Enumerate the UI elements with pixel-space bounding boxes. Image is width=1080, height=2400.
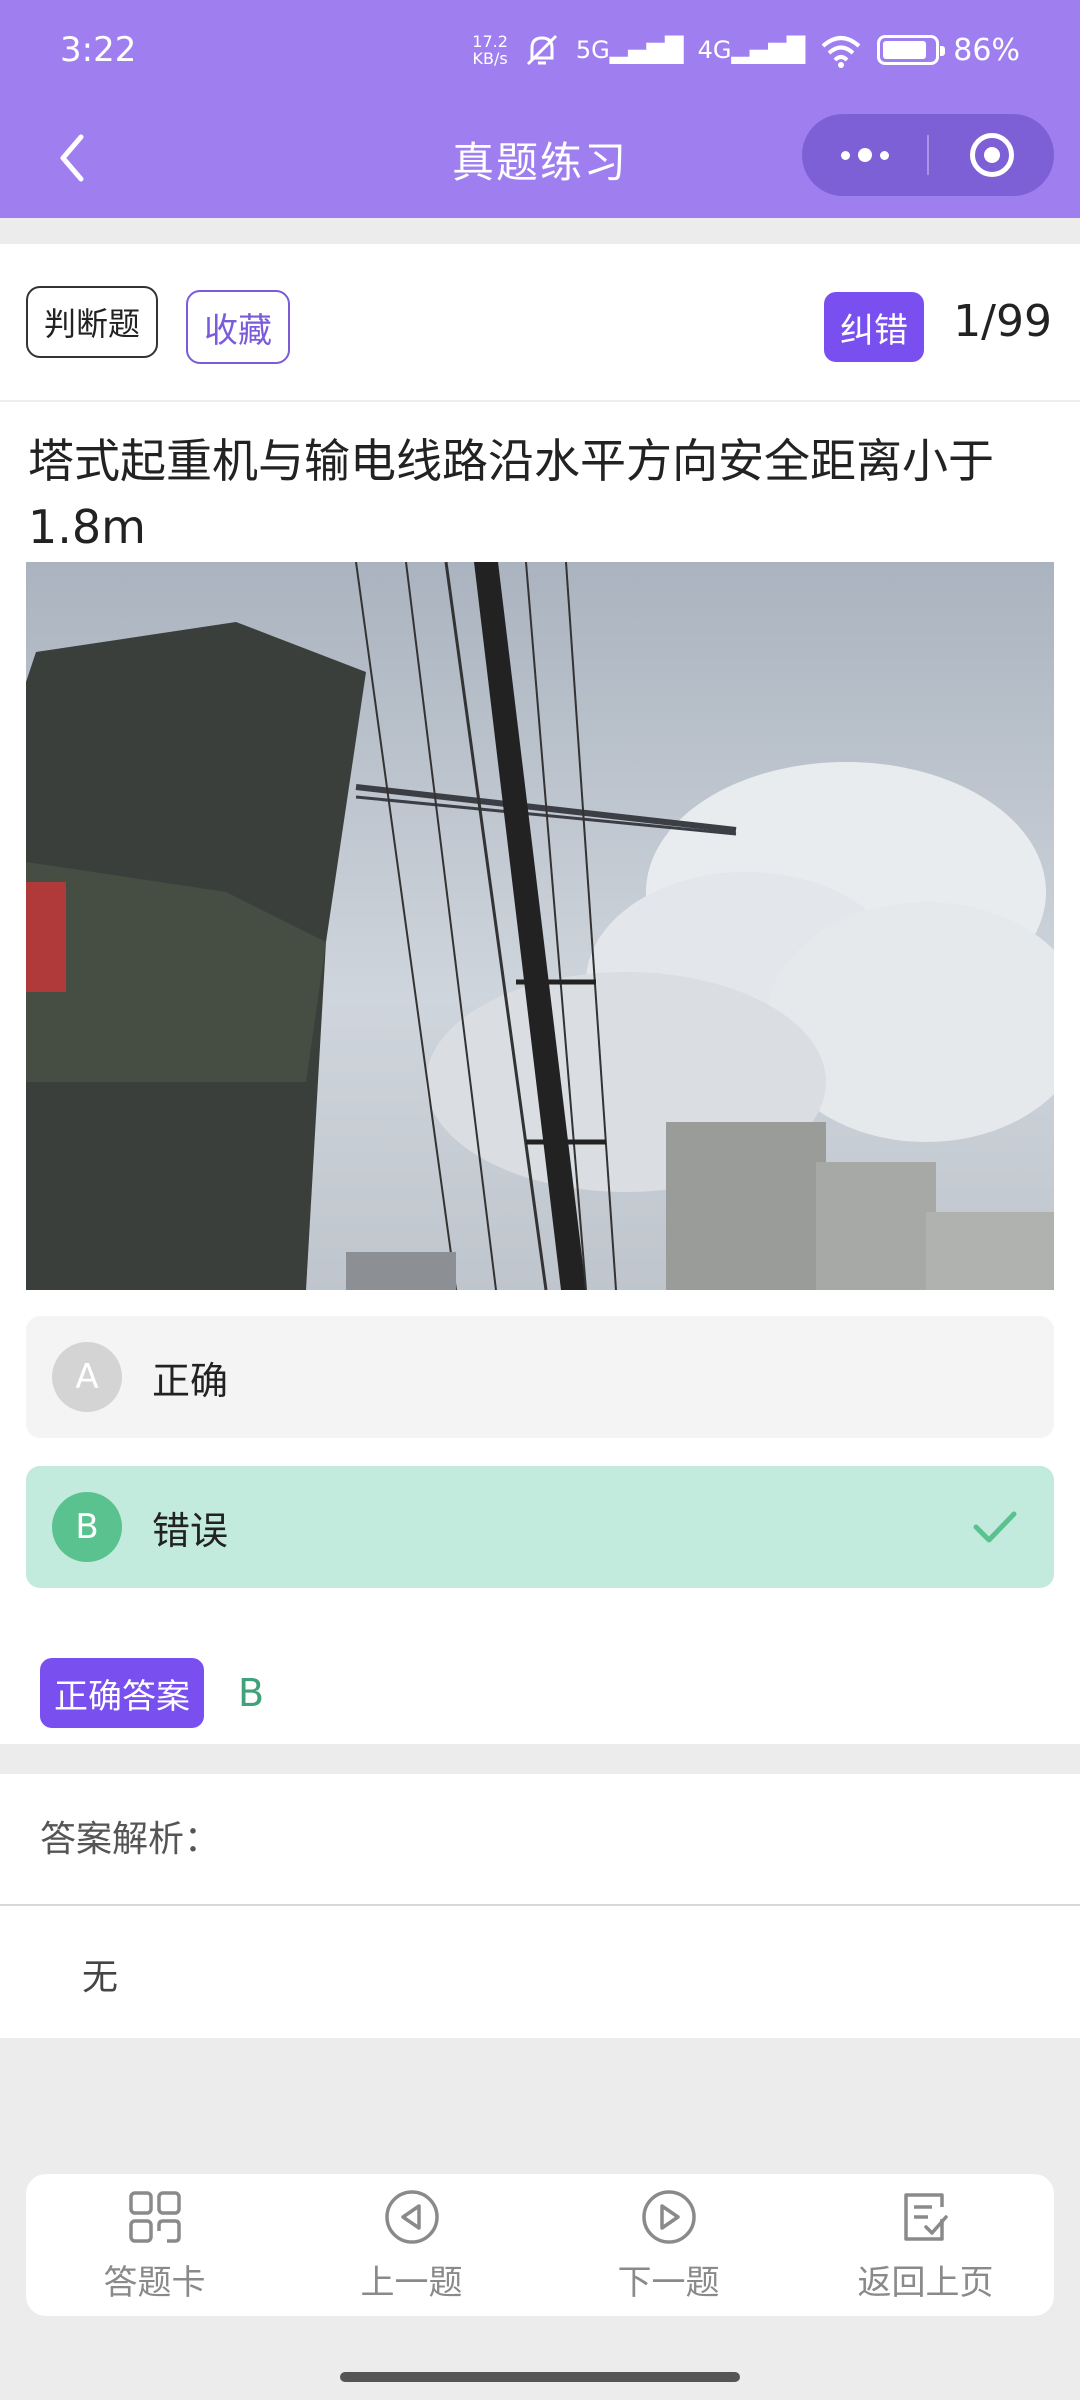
nav-label-next: 下一题 [617, 2262, 720, 2303]
option-a-letter: A [52, 1342, 122, 1412]
construction-site-image [26, 562, 1054, 1290]
mini-program-capsule [802, 114, 1054, 196]
top-bar: 3:22 17.2 KB/s 5G▂▄▆█ 4G▂▄▆█ 86% 真题练习 [0, 0, 1080, 218]
nav-label-return: 返回上页 [857, 2262, 994, 2303]
status-bar: 3:22 17.2 KB/s 5G▂▄▆█ 4G▂▄▆█ 86% [0, 0, 1080, 100]
back-button[interactable] [42, 128, 102, 188]
favorite-button[interactable]: 收藏 [186, 290, 290, 364]
divider [0, 1904, 1080, 1906]
checkmark-icon [973, 1511, 1017, 1543]
nav-label-previous: 上一题 [360, 2262, 463, 2303]
question-toolbar: 判断题 收藏 纠错 1/99 [0, 244, 1080, 402]
correct-answer-label: 正确答案 [40, 1658, 204, 1728]
status-icons: 17.2 KB/s 5G▂▄▆█ 4G▂▄▆█ 86% [472, 30, 1020, 70]
option-b-letter: B [52, 1492, 122, 1562]
grid-icon [125, 2187, 185, 2247]
battery-unit: % [991, 32, 1020, 68]
correct-answer-row: 正确答案 B [40, 1658, 264, 1728]
correct-answer-value: B [238, 1671, 265, 1715]
net-speed-value: 17.2 [472, 32, 508, 51]
mute-bell-icon [526, 34, 557, 66]
net-speed-unit: KB/s [472, 49, 508, 68]
question-progress: 1/99 [953, 296, 1052, 347]
next-circle-icon [639, 2187, 699, 2247]
question-text: 塔式起重机与输电线路沿水平方向安全距离小于1.8m [28, 434, 994, 554]
option-a-text: 正确 [152, 1358, 229, 1403]
answer-analysis: 答案解析： 无 [0, 1774, 1080, 2038]
chevron-left-icon [60, 134, 84, 182]
wifi-icon [821, 36, 861, 68]
previous-circle-icon [382, 2187, 442, 2247]
signal-4g-label: 4G [697, 36, 732, 64]
return-previous-page-button[interactable]: 返回上页 [797, 2174, 1054, 2316]
status-time: 3:22 [60, 30, 137, 70]
battery-level: 86% [953, 33, 1020, 68]
page-title: 真题练习 [451, 137, 628, 187]
answer-card-button[interactable]: 答题卡 [26, 2174, 283, 2316]
option-a[interactable]: A 正确 [26, 1316, 1054, 1438]
return-list-icon [896, 2187, 956, 2247]
analysis-title: 答案解析： [40, 1819, 221, 1860]
signal-5g-label: 5G [575, 36, 610, 64]
previous-question-button[interactable]: 上一题 [283, 2174, 540, 2316]
close-miniprogram-button[interactable] [929, 114, 1054, 196]
header: 真题练习 [0, 100, 1080, 218]
battery-value: 86 [953, 32, 992, 68]
question-card: 判断题 收藏 纠错 1/99 塔式起重机与输电线路沿水平方向安全距离小于1.8m [0, 244, 1080, 1744]
more-dots-icon [840, 148, 889, 162]
bottom-nav: 答题卡 上一题 下一题 返回上页 [26, 2174, 1054, 2316]
option-b-text: 错误 [152, 1508, 229, 1553]
battery-icon [877, 35, 946, 65]
net-speed: 17.2 KB/s [472, 33, 508, 67]
analysis-body: 无 [82, 1957, 119, 1998]
signal-5g-icon: 5G▂▄▆█ [575, 36, 684, 64]
signal-4g-icon: 4G▂▄▆█ [697, 36, 806, 64]
home-indicator[interactable] [340, 2372, 740, 2382]
report-error-button[interactable]: 纠错 [824, 292, 924, 362]
next-question-button[interactable]: 下一题 [540, 2174, 797, 2316]
question-photo [26, 562, 1054, 1290]
target-circle-icon [969, 133, 1014, 177]
option-b[interactable]: B 错误 [26, 1466, 1054, 1588]
nav-label-answer-card: 答题卡 [103, 2262, 206, 2303]
more-button[interactable] [802, 114, 927, 196]
question-type-tag: 判断题 [26, 286, 159, 358]
